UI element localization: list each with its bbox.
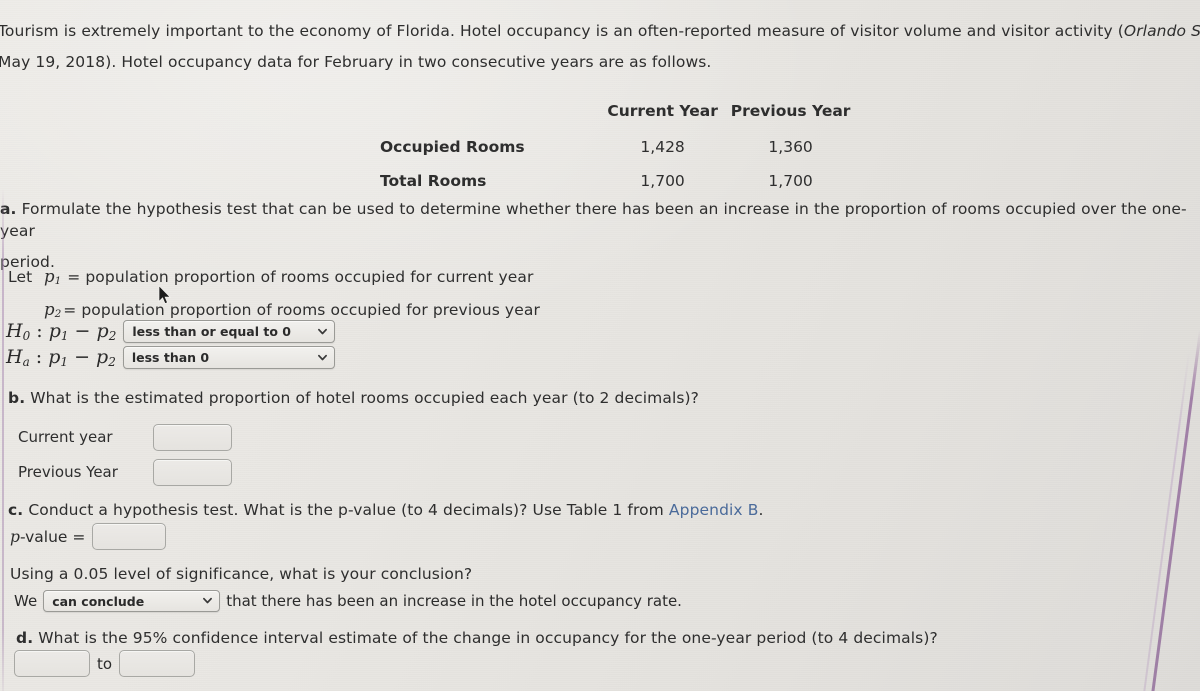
row-label-occupied-rooms: Occupied Rooms: [380, 138, 525, 156]
question-d-marker: d.: [16, 629, 34, 647]
column-header-previous-year: Previous Year: [730, 102, 851, 120]
definition-p1: Let p1 = population proportion of rooms …: [8, 265, 545, 289]
math-variable-p2: p2: [44, 299, 62, 320]
question-a-text: Formulate the hypothesis test that can b…: [0, 200, 1187, 240]
intro-text-1: Tourism is extremely important to the ec…: [0, 22, 1124, 40]
chevron-down-icon: [318, 327, 328, 336]
null-hypothesis-select-value: less than or equal to 0: [132, 324, 291, 339]
pvalue-input[interactable]: [92, 523, 167, 550]
table-header-row: Current Year Previous Year: [380, 98, 855, 134]
question-c-text-end: .: [758, 501, 764, 519]
intro-paragraph: Tourism is extremely important to the ec…: [0, 20, 1200, 73]
let-keyword: Let: [8, 268, 33, 286]
occupied-rooms-current-year: 1,428: [640, 138, 685, 156]
alternative-hypothesis-select[interactable]: less than 0: [122, 346, 335, 369]
screen-photo-surface: Tourism is extremely important to the ec…: [0, 0, 1200, 691]
pvalue-label-symbol: p: [10, 527, 20, 546]
ci-lower-input[interactable]: [14, 650, 90, 677]
conclusion-select-value: can conclude: [52, 593, 145, 609]
confidence-interval-row: to: [14, 650, 196, 677]
ci-upper-input[interactable]: [119, 650, 196, 677]
variable-definitions: Let p1 = population proportion of rooms …: [8, 265, 545, 322]
question-c-text: Conduct a hypothesis test. What is the p…: [28, 501, 669, 519]
current-year-field-row: Current year: [18, 422, 232, 452]
pvalue-label: p-value =: [10, 528, 85, 546]
occupied-rooms-previous-year: 1,360: [768, 138, 813, 156]
total-rooms-previous-year: 1,700: [768, 172, 813, 190]
question-c-marker: c.: [8, 501, 24, 519]
conclusion-suffix: that there has been an increase in the h…: [226, 592, 682, 610]
conclusion-row: We can conclude that there has been an i…: [14, 590, 682, 612]
intro-line-1: Tourism is extremely important to the ec…: [0, 20, 1200, 42]
question-d: d. What is the 95% confidence interval e…: [16, 627, 1016, 649]
row-label-total-rooms: Total Rooms: [380, 172, 487, 190]
intro-source-citation: Orlando Sentinel: [1123, 22, 1200, 40]
question-b-marker: b.: [8, 389, 26, 407]
definition-p2: p2 = population proportion of rooms occu…: [8, 298, 545, 322]
question-c: c. Conduct a hypothesis test. What is th…: [8, 499, 988, 521]
question-b-text: What is the estimated proportion of hote…: [30, 389, 699, 407]
question-d-text: What is the 95% confidence interval esti…: [38, 629, 938, 647]
question-b-answer-fields: Current year Previous Year: [18, 422, 232, 487]
alternative-hypothesis-label: Ha : p1 − p2: [6, 346, 116, 369]
current-year-input[interactable]: [153, 423, 232, 451]
appendix-b-link[interactable]: Appendix B: [669, 501, 759, 519]
ci-to-label: to: [97, 654, 113, 673]
alternative-hypothesis-row: Ha : p1 − p2 less than 0: [6, 346, 335, 369]
significance-level-text: Using a 0.05 level of significance, what…: [10, 565, 473, 583]
null-hypothesis-row: H0 : p1 − p2 less than or equal to 0: [6, 320, 336, 343]
screen-edge-artifact-left: [2, 188, 4, 691]
intro-line-2: May 19, 2018). Hotel occupancy data for …: [0, 53, 712, 71]
hypothesis-statements: H0 : p1 − p2 less than or equal to 0 Ha …: [6, 320, 336, 369]
table-corner-cell: [380, 98, 599, 134]
previous-year-field-row: Previous Year: [18, 457, 232, 487]
current-year-label: Current year: [18, 428, 113, 446]
definition-p1-text: = population proportion of rooms occupie…: [67, 268, 534, 286]
conclusion-select[interactable]: can conclude: [43, 590, 221, 612]
null-hypothesis-label: H0 : p1 − p2: [6, 320, 117, 343]
table-row: Total Rooms 1,700 1,700: [380, 162, 855, 196]
question-a: a. Formulate the hypothesis test that ca…: [0, 198, 1190, 273]
chevron-down-icon: [317, 353, 327, 362]
null-hypothesis-select[interactable]: less than or equal to 0: [123, 320, 336, 343]
question-b: b. What is the estimated proportion of h…: [8, 387, 908, 409]
definition-p2-text: = population proportion of rooms occupie…: [63, 300, 540, 319]
previous-year-input[interactable]: [153, 458, 232, 486]
worksheet-content: Tourism is extremely important to the ec…: [0, 0, 1200, 691]
pvalue-answer-row: p-value =: [10, 523, 167, 550]
chevron-down-icon: [203, 596, 213, 605]
alternative-hypothesis-select-value: less than 0: [131, 350, 210, 365]
table-row: Occupied Rooms 1,428 1,360: [380, 134, 855, 162]
question-a-line-1: a. Formulate the hypothesis test that ca…: [0, 198, 1190, 242]
column-header-current-year: Current Year: [607, 102, 718, 120]
math-variable-p1: p1: [44, 267, 62, 287]
conclusion-prefix: We: [14, 592, 38, 610]
previous-year-label: Previous Year: [18, 463, 118, 481]
occupancy-data-table: Current Year Previous Year Occupied Room…: [380, 98, 855, 196]
total-rooms-current-year: 1,700: [640, 172, 685, 190]
pvalue-label-suffix: -value =: [19, 527, 86, 546]
